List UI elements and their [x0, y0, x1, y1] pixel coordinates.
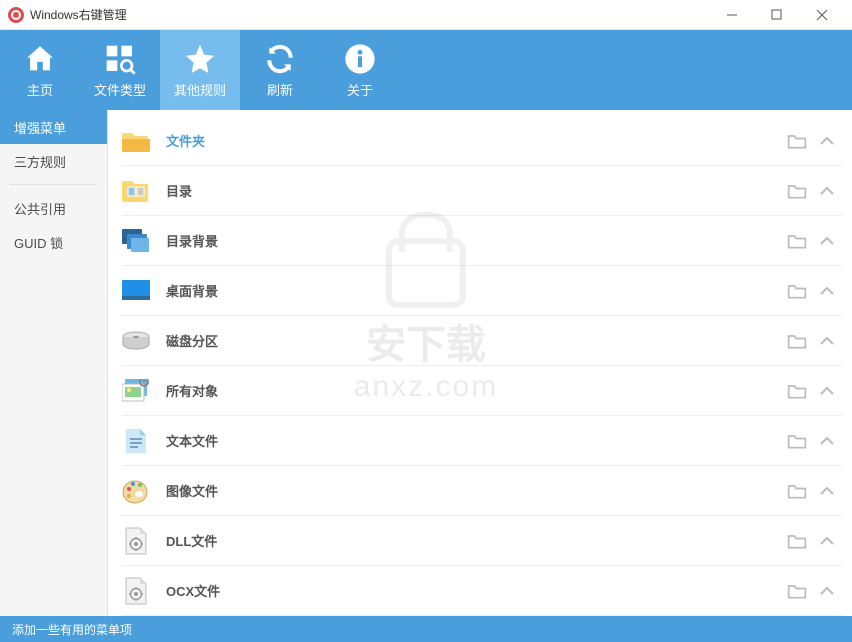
star-icon	[183, 42, 217, 76]
grid-search-icon	[103, 42, 137, 76]
item-label: 桌面背景	[166, 281, 782, 300]
list-item[interactable]: 目录背景	[122, 216, 842, 266]
collapse-button[interactable]	[812, 476, 842, 506]
collapse-button[interactable]	[812, 426, 842, 456]
item-label: 目录	[166, 181, 782, 200]
open-folder-button[interactable]	[782, 426, 812, 456]
list-item[interactable]: 所有对象	[122, 366, 842, 416]
open-folder-button[interactable]	[782, 276, 812, 306]
collapse-button[interactable]	[812, 126, 842, 156]
title-bar: Windows右键管理	[0, 0, 852, 30]
sidebar-item-enhance[interactable]: 增强菜单	[0, 110, 107, 144]
minimize-button[interactable]	[709, 0, 754, 30]
open-folder-button[interactable]	[782, 226, 812, 256]
toolbar-refresh[interactable]: 刷新	[240, 30, 320, 110]
home-icon	[23, 42, 57, 76]
list-item[interactable]: OCX文件	[122, 566, 842, 616]
toolbar-label: 其他规则	[174, 80, 226, 99]
list-item[interactable]: 文本文件	[122, 416, 842, 466]
collapse-button[interactable]	[812, 526, 842, 556]
item-label: DLL文件	[166, 531, 782, 550]
window-title: Windows右键管理	[30, 6, 709, 23]
sidebar-item-third[interactable]: 三方规则	[0, 144, 107, 178]
sidebar-divider	[10, 184, 97, 185]
refresh-icon	[263, 42, 297, 76]
toolbar-label: 刷新	[267, 80, 293, 99]
sidebar: 增强菜单 三方规则 公共引用 GUID 锁	[0, 110, 108, 616]
toolbar-about[interactable]: 关于	[320, 30, 400, 110]
list-item[interactable]: 目录	[122, 166, 842, 216]
folder-thumb-icon	[122, 177, 150, 205]
status-bar: 添加一些有用的菜单项	[0, 616, 852, 642]
open-folder-button[interactable]	[782, 576, 812, 606]
item-label: OCX文件	[166, 581, 782, 600]
open-folder-button[interactable]	[782, 176, 812, 206]
window-controls	[709, 0, 844, 30]
sidebar-item-guid[interactable]: GUID 锁	[0, 225, 107, 259]
collapse-button[interactable]	[812, 276, 842, 306]
toolbar-rules[interactable]: 其他规则	[160, 30, 240, 110]
sidebar-label: 三方规则	[14, 152, 66, 171]
collapse-button[interactable]	[812, 176, 842, 206]
disk-icon	[122, 327, 150, 355]
item-label: 磁盘分区	[166, 331, 782, 350]
desktop-blue-icon	[122, 277, 150, 305]
status-text: 添加一些有用的菜单项	[12, 621, 132, 638]
gear-doc-icon	[122, 527, 150, 555]
sidebar-label: 公共引用	[14, 199, 66, 218]
sidebar-item-pubref[interactable]: 公共引用	[0, 191, 107, 225]
toolbar: 主页 文件类型 其他规则 刷新 关于	[0, 30, 852, 110]
open-folder-button[interactable]	[782, 326, 812, 356]
list-item[interactable]: 文件夹	[122, 116, 842, 166]
toolbar-home[interactable]: 主页	[0, 30, 80, 110]
palette-icon	[122, 477, 150, 505]
item-label: 图像文件	[166, 481, 782, 500]
list-item[interactable]: 磁盘分区	[122, 316, 842, 366]
item-label: 目录背景	[166, 231, 782, 250]
sidebar-label: GUID 锁	[14, 233, 63, 252]
collapse-button[interactable]	[812, 376, 842, 406]
info-icon	[343, 42, 377, 76]
collapse-button[interactable]	[812, 326, 842, 356]
list-item[interactable]: DLL文件	[122, 516, 842, 566]
textfile-icon	[122, 427, 150, 455]
list-item[interactable]: 桌面背景	[122, 266, 842, 316]
collapse-button[interactable]	[812, 226, 842, 256]
open-folder-button[interactable]	[782, 126, 812, 156]
open-folder-button[interactable]	[782, 526, 812, 556]
toolbar-label: 关于	[347, 80, 373, 99]
list-item[interactable]: 图像文件	[122, 466, 842, 516]
gallery-icon	[122, 377, 150, 405]
collapse-button[interactable]	[812, 576, 842, 606]
app-icon	[8, 7, 24, 23]
item-label: 文本文件	[166, 431, 782, 450]
close-button[interactable]	[799, 0, 844, 30]
cascade-icon	[122, 227, 150, 255]
open-folder-button[interactable]	[782, 376, 812, 406]
main-area: 增强菜单 三方规则 公共引用 GUID 锁 文件夹目录目录背景桌面背景磁盘分区所…	[0, 110, 852, 616]
gear-doc-icon	[122, 577, 150, 605]
open-folder-button[interactable]	[782, 476, 812, 506]
content-list[interactable]: 文件夹目录目录背景桌面背景磁盘分区所有对象文本文件图像文件 DLL文件 OCX文件	[108, 110, 852, 616]
toolbar-filetype[interactable]: 文件类型	[80, 30, 160, 110]
sidebar-label: 增强菜单	[14, 118, 66, 137]
toolbar-label: 文件类型	[94, 80, 146, 99]
toolbar-label: 主页	[27, 80, 53, 99]
maximize-button[interactable]	[754, 0, 799, 30]
folder-yellow-icon	[122, 127, 150, 155]
item-label: 所有对象	[166, 381, 782, 400]
item-label: 文件夹	[166, 131, 782, 150]
